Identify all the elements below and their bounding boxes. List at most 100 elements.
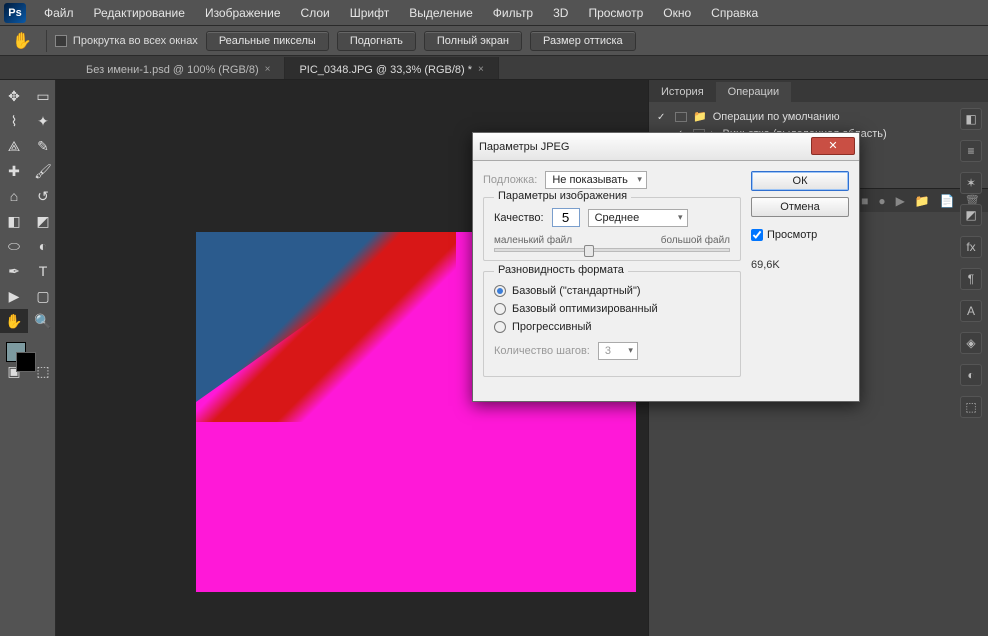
menu-view[interactable]: Просмотр	[578, 2, 653, 24]
panel-icon[interactable]: ✶	[960, 172, 982, 194]
new-action-icon[interactable]: 📄	[940, 194, 955, 208]
eraser-tool[interactable]: ◧	[0, 209, 28, 233]
stop-icon[interactable]: ■	[861, 194, 868, 208]
gradient-tool[interactable]: ◩	[29, 209, 57, 233]
radio-icon	[494, 303, 506, 315]
dialog-titlebar[interactable]: Параметры JPEG ✕	[473, 133, 859, 161]
zoom-tool[interactable]: 🔍	[29, 309, 57, 333]
type-tool[interactable]: T	[29, 259, 57, 283]
menu-window[interactable]: Окно	[653, 2, 701, 24]
doc-tab-label: Без имени-1.psd @ 100% (RGB/8)	[86, 64, 259, 76]
quality-preset-dropdown[interactable]: Среднее	[588, 209, 688, 227]
actual-pixels-button[interactable]: Реальные пикселы	[206, 31, 329, 51]
lasso-tool[interactable]: ⌇	[0, 109, 28, 133]
action-set-row[interactable]: ✓ 📁 Операции по умолчанию	[657, 108, 980, 125]
image-options-group: Параметры изображения Качество: Среднее …	[483, 197, 741, 261]
cancel-button[interactable]: Отмена	[751, 197, 849, 217]
format-baseline-radio[interactable]: Базовый ("стандартный")	[494, 282, 730, 300]
menu-filter[interactable]: Фильтр	[483, 2, 543, 24]
checkbox-icon[interactable]	[751, 229, 763, 241]
print-size-button[interactable]: Размер оттиска	[530, 31, 636, 51]
slider-max-label: большой файл	[661, 235, 730, 246]
document-tab[interactable]: PIC_0348.JPG @ 33,3% (RGB/8) * ×	[285, 57, 498, 79]
radio-icon	[494, 321, 506, 333]
radio-icon	[494, 285, 506, 297]
move-tool[interactable]: ✥	[0, 84, 28, 108]
menu-image[interactable]: Изображение	[195, 2, 291, 24]
scroll-all-label: Прокрутка во всех окнах	[73, 35, 198, 47]
preview-label: Просмотр	[767, 229, 817, 241]
panel-icon[interactable]: ◩	[960, 204, 982, 226]
brush-tool[interactable]: 🖌	[29, 159, 57, 183]
menu-layers[interactable]: Слои	[291, 2, 340, 24]
format-options-group: Разновидность формата Базовый ("стандарт…	[483, 271, 741, 377]
tab-history[interactable]: История	[649, 82, 716, 102]
document-tab-bar: Без имени-1.psd @ 100% (RGB/8) × PIC_034…	[0, 56, 988, 80]
document-tab[interactable]: Без имени-1.psd @ 100% (RGB/8) ×	[72, 57, 285, 79]
app-logo: Ps	[4, 3, 26, 23]
marquee-tool[interactable]: ▭	[29, 84, 57, 108]
dialog-toggle-icon[interactable]	[675, 112, 687, 122]
panel-icon[interactable]: ≡	[960, 140, 982, 162]
action-set-label: Операции по умолчанию	[713, 111, 840, 123]
history-brush-tool[interactable]: ↺	[29, 184, 57, 208]
record-icon[interactable]: ●	[878, 194, 885, 208]
format-optimized-radio[interactable]: Базовый оптимизированный	[494, 300, 730, 318]
radio-label: Прогрессивный	[512, 321, 592, 333]
doc-tab-label: PIC_0348.JPG @ 33,3% (RGB/8) *	[299, 64, 472, 76]
menu-3d[interactable]: 3D	[543, 2, 578, 24]
checkbox-icon	[55, 35, 67, 47]
group-legend: Разновидность формата	[494, 264, 628, 276]
color-swatches[interactable]	[0, 340, 57, 376]
panel-icon[interactable]: A	[960, 300, 982, 322]
play-icon[interactable]: ▶	[896, 194, 905, 208]
stamp-tool[interactable]: ⌂	[0, 184, 28, 208]
eyedropper-tool[interactable]: ✎	[29, 134, 57, 158]
ok-button[interactable]: ОК	[751, 171, 849, 191]
quality-input[interactable]	[552, 208, 580, 227]
wand-tool[interactable]: ✦	[29, 109, 57, 133]
quality-slider[interactable]	[494, 248, 730, 252]
dodge-tool[interactable]: ◐	[29, 234, 57, 258]
close-icon[interactable]: ×	[478, 64, 484, 75]
panel-icon[interactable]: ⬚	[960, 396, 982, 418]
dialog-title: Параметры JPEG	[479, 141, 569, 153]
scroll-all-checkbox[interactable]: Прокрутка во всех окнах	[55, 35, 198, 47]
blur-tool[interactable]: ⬭	[0, 234, 28, 258]
menu-select[interactable]: Выделение	[399, 2, 483, 24]
preview-checkbox[interactable]: Просмотр	[751, 229, 849, 241]
slider-min-label: маленький файл	[494, 235, 572, 246]
radio-label: Базовый ("стандартный")	[512, 285, 641, 297]
folder-icon: 📁	[693, 110, 707, 123]
tab-actions[interactable]: Операции	[716, 82, 791, 102]
new-set-icon[interactable]: 📁	[915, 194, 930, 208]
slider-thumb[interactable]	[584, 245, 594, 257]
menu-type[interactable]: Шрифт	[340, 2, 399, 24]
fit-screen-button[interactable]: Подогнать	[337, 31, 416, 51]
panel-icon[interactable]: fx	[960, 236, 982, 258]
hand-tool[interactable]: ✋	[0, 309, 28, 333]
close-icon[interactable]: ×	[265, 64, 271, 75]
background-swatch[interactable]	[16, 352, 36, 372]
shape-tool[interactable]: ▢	[29, 284, 57, 308]
crop-tool[interactable]: ⟁	[0, 134, 28, 158]
path-tool[interactable]: ▶	[0, 284, 28, 308]
matte-dropdown[interactable]: Не показывать	[545, 171, 647, 189]
panel-tab-strip: История Операции	[649, 80, 988, 102]
collapsed-panel-icons: ◧ ≡ ✶ ◩ fx ¶ A ◈ ◐ ⬚	[956, 108, 986, 418]
panel-icon[interactable]: ◈	[960, 332, 982, 354]
pen-tool[interactable]: ✒	[0, 259, 28, 283]
menu-help[interactable]: Справка	[701, 2, 768, 24]
menu-edit[interactable]: Редактирование	[84, 2, 195, 24]
quality-label: Качество:	[494, 212, 544, 224]
close-button[interactable]: ✕	[811, 137, 855, 155]
menu-file[interactable]: Файл	[34, 2, 84, 24]
panel-icon[interactable]: ◧	[960, 108, 982, 130]
panel-icon[interactable]: ¶	[960, 268, 982, 290]
heal-tool[interactable]: ✚	[0, 159, 28, 183]
check-icon: ✓	[657, 112, 669, 122]
full-screen-button[interactable]: Полный экран	[424, 31, 522, 51]
separator	[46, 30, 47, 52]
format-progressive-radio[interactable]: Прогрессивный	[494, 318, 730, 336]
panel-icon[interactable]: ◐	[960, 364, 982, 386]
